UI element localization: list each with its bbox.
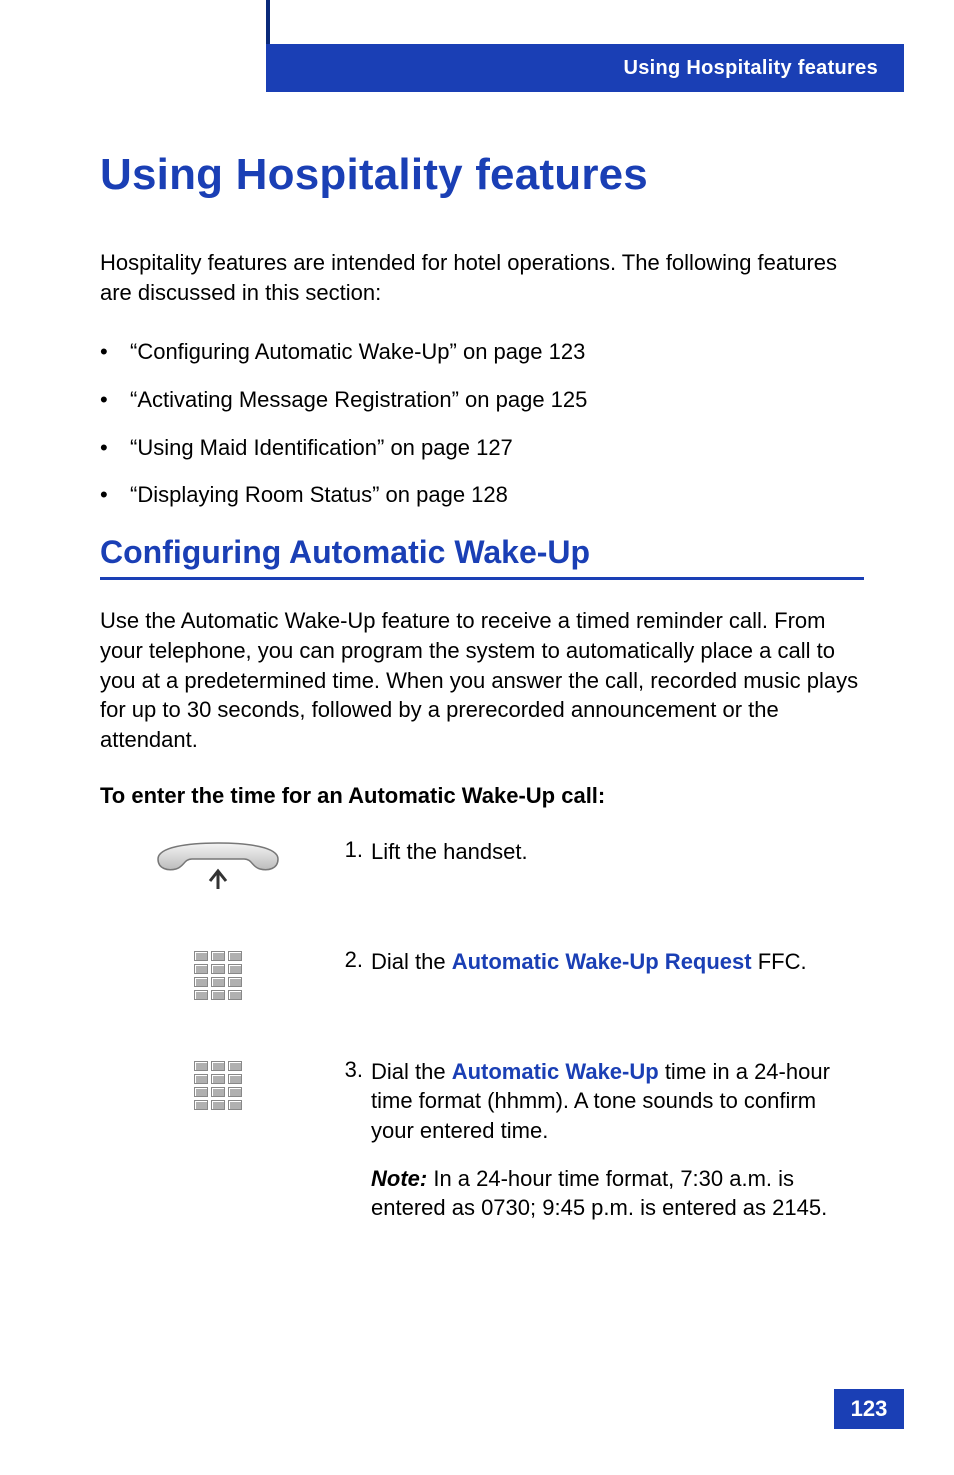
section-title: Configuring Automatic Wake-Up	[100, 534, 864, 580]
step-text: Lift the handset.	[371, 837, 864, 867]
running-header-text: Using Hospitality features	[623, 57, 878, 80]
note-text: In a 24-hour time format, 7:30 a.m. is e…	[371, 1166, 827, 1221]
step-text-post: FFC.	[752, 949, 807, 974]
running-header-bar: Using Hospitality features	[266, 44, 904, 92]
step-text-highlight: Automatic Wake-Up	[452, 1059, 659, 1084]
keypad-icon	[194, 951, 242, 1000]
bullet-dot-icon: •	[100, 433, 130, 463]
step-number: 3.	[335, 1057, 371, 1083]
handset-lift-icon	[148, 841, 288, 893]
page-title: Using Hospitality features	[100, 150, 864, 200]
keypad-icon	[194, 1061, 242, 1110]
step-note: Note: In a 24-hour time format, 7:30 a.m…	[371, 1164, 864, 1223]
step-row: 2. Dial the Automatic Wake-Up Request FF…	[100, 947, 864, 1017]
step-icon-cell	[100, 947, 335, 1000]
note-label: Note:	[371, 1166, 427, 1191]
step-row: 3. Dial the Automatic Wake-Up time in a …	[100, 1057, 864, 1223]
steps-list: 1. Lift the handset. 2. Dial the Autom	[100, 837, 864, 1223]
step-text: Dial the Automatic Wake-Up time in a 24-…	[371, 1057, 864, 1223]
step-row: 1. Lift the handset.	[100, 837, 864, 907]
bullet-dot-icon: •	[100, 480, 130, 510]
step-icon-cell	[100, 1057, 335, 1110]
step-number: 1.	[335, 837, 371, 863]
procedure-heading: To enter the time for an Automatic Wake-…	[100, 783, 864, 809]
toc-item: •“Displaying Room Status” on page 128	[100, 480, 864, 510]
bullet-dot-icon: •	[100, 385, 130, 415]
toc-item-text: “Using Maid Identification” on page 127	[130, 433, 513, 463]
toc-item-text: “Configuring Automatic Wake-Up” on page …	[130, 337, 585, 367]
section-description: Use the Automatic Wake-Up feature to rec…	[100, 606, 864, 754]
toc-bullet-list: •“Configuring Automatic Wake-Up” on page…	[100, 337, 864, 510]
step-text-pre: Dial the	[371, 949, 452, 974]
toc-item-text: “Activating Message Registration” on pag…	[130, 385, 587, 415]
page: Using Hospitality features Using Hospita…	[0, 0, 954, 1475]
step-number: 2.	[335, 947, 371, 973]
step-icon-cell	[100, 837, 335, 893]
step-text-pre: Dial the	[371, 1059, 452, 1084]
toc-item: •“Activating Message Registration” on pa…	[100, 385, 864, 415]
content-area: Using Hospitality features Hospitality f…	[100, 150, 864, 1263]
page-number-badge: 123	[834, 1389, 904, 1429]
intro-paragraph: Hospitality features are intended for ho…	[100, 248, 864, 307]
step-text: Dial the Automatic Wake-Up Request FFC.	[371, 947, 864, 977]
step-text-post: Lift the handset.	[371, 839, 528, 864]
toc-item: •“Using Maid Identification” on page 127	[100, 433, 864, 463]
bullet-dot-icon: •	[100, 337, 130, 367]
toc-item-text: “Displaying Room Status” on page 128	[130, 480, 508, 510]
toc-item: •“Configuring Automatic Wake-Up” on page…	[100, 337, 864, 367]
step-text-highlight: Automatic Wake-Up Request	[452, 949, 752, 974]
page-number: 123	[851, 1396, 888, 1422]
margin-accent-bar	[266, 0, 270, 44]
